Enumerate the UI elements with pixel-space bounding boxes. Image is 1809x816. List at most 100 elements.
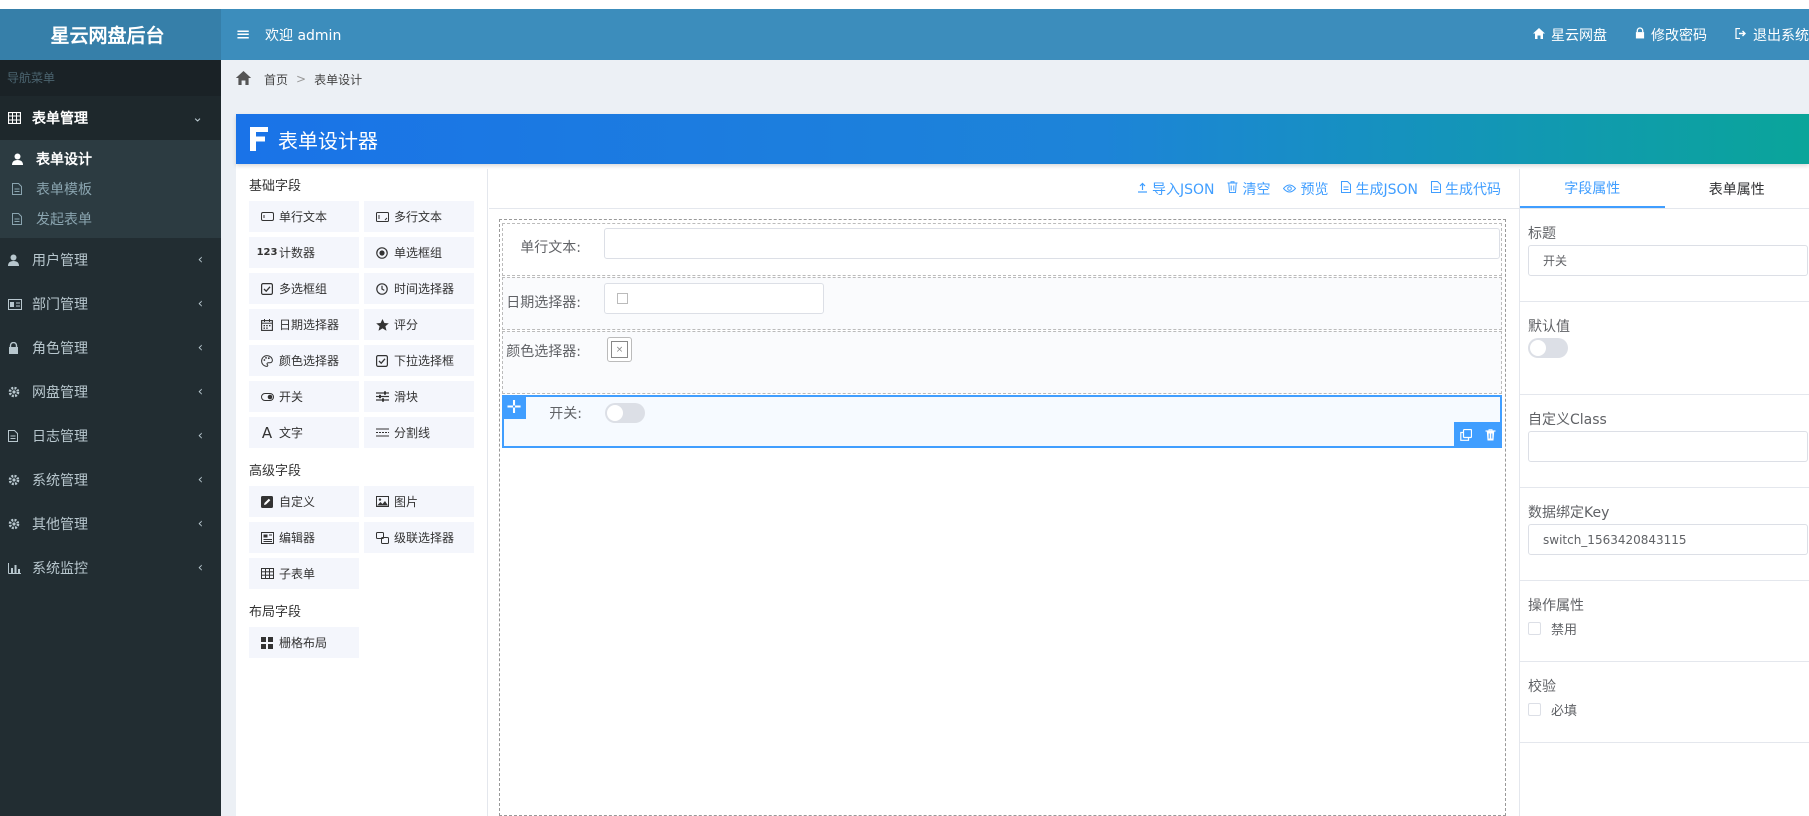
data-key-input[interactable]: switch_1563420843115: [1528, 524, 1808, 555]
drag-handle-icon[interactable]: ✛: [502, 395, 526, 419]
sidebar-item-disk-management[interactable]: 网盘管理 ‹: [0, 370, 221, 414]
palette-item-color[interactable]: 颜色选择器: [249, 345, 359, 376]
sidebar-item-form-management[interactable]: 表单管理 ⌄: [0, 96, 221, 140]
form-row-switch-selected[interactable]: ✛ 开关:: [502, 395, 1502, 448]
title-input[interactable]: 开关: [1528, 245, 1808, 276]
generate-json-button[interactable]: 生成JSON: [1341, 179, 1418, 199]
tab-form-properties[interactable]: 表单属性: [1665, 169, 1809, 208]
palette-item-label: 颜色选择器: [279, 354, 340, 368]
sidebar-item-log-management[interactable]: 日志管理 ‹: [0, 414, 221, 458]
color-picker[interactable]: ×: [607, 337, 632, 362]
sidebar-subitem-label: 表单设计: [36, 152, 92, 168]
chevron-down-icon: ⌄: [192, 110, 203, 126]
disabled-checkbox[interactable]: [1528, 621, 1541, 635]
sidebar-item-label: 部门管理: [32, 297, 88, 313]
palette-item-label: 子表单: [279, 567, 316, 581]
editor-icon: [260, 531, 274, 544]
tab-field-properties[interactable]: 字段属性: [1520, 169, 1665, 208]
copy-icon[interactable]: [1460, 429, 1473, 441]
form-row-color[interactable]: 颜色选择器: ×: [502, 331, 1502, 394]
menu-toggle-icon[interactable]: ≡: [221, 24, 265, 45]
prop-data-key: 数据绑定Key switch_1563420843115: [1520, 488, 1809, 581]
gear-icon: [8, 386, 28, 398]
sidebar-item-label: 系统管理: [32, 473, 88, 489]
required-checkbox[interactable]: [1528, 702, 1541, 716]
layout-fields-grid: 栅格布局: [249, 627, 487, 658]
palette-item-switch[interactable]: 开关: [249, 381, 359, 412]
palette-item-label: 多行文本: [394, 210, 443, 224]
palette-item-grid[interactable]: 栅格布局: [249, 627, 359, 658]
delete-icon[interactable]: [1485, 429, 1496, 441]
palette-item-radio[interactable]: 单选框组: [364, 237, 474, 268]
bar-chart-icon: [8, 562, 28, 574]
palette-item-subform[interactable]: 子表单: [249, 558, 359, 589]
sidebar-item-label: 其他管理: [32, 517, 88, 533]
palette-item-label: 栅格布局: [279, 636, 328, 650]
form-submenu: 表单设计 表单模板 发起表单: [0, 140, 221, 238]
breadcrumb: 首页 > 表单设计: [221, 60, 1809, 98]
generate-code-button[interactable]: 生成代码: [1431, 179, 1501, 199]
gear-icon: [8, 518, 28, 530]
preview-button[interactable]: 预览: [1283, 179, 1328, 199]
palette-item-label: 计数器: [279, 246, 316, 260]
import-json-button[interactable]: 导入JSON: [1137, 179, 1214, 199]
breadcrumb-home[interactable]: 首页: [264, 71, 288, 88]
table-icon: [8, 112, 28, 124]
sidebar-item-system-monitor[interactable]: 系统监控 ‹: [0, 546, 221, 590]
palette-item-date[interactable]: 日期选择器: [249, 309, 359, 340]
default-value-switch[interactable]: [1528, 338, 1568, 358]
app-logo[interactable]: 星云网盘后台: [0, 9, 221, 60]
form-row-date[interactable]: 日期选择器:: [502, 277, 1502, 330]
required-checkbox-row[interactable]: 必填: [1528, 698, 1809, 720]
switch-toggle[interactable]: [605, 403, 645, 423]
sidebar-item-user-management[interactable]: 用户管理 ‹: [0, 238, 221, 282]
palette-item-rate[interactable]: 评分: [364, 309, 474, 340]
header-link-change-password[interactable]: 修改密码: [1635, 25, 1707, 45]
palette-item-time[interactable]: 时间选择器: [364, 273, 474, 304]
sidebar-subitem-form-template[interactable]: 表单模板: [0, 174, 221, 204]
palette-item-number[interactable]: 123 计数器: [249, 237, 359, 268]
radio-icon: [375, 246, 389, 259]
sidebar-subitem-start-form[interactable]: 发起表单: [0, 204, 221, 234]
file-icon: [12, 213, 30, 225]
date-picker-input[interactable]: [604, 283, 824, 314]
window-top-strip: [0, 0, 1809, 9]
palette-item-label: 滑块: [394, 390, 419, 404]
field-label: 颜色选择器:: [506, 344, 581, 360]
sidebar-item-other-management[interactable]: 其他管理 ‹: [0, 502, 221, 546]
form-canvas[interactable]: 单行文本: 日期选择器: 颜色选择器: × ✛ 开关:: [499, 219, 1506, 816]
single-line-input[interactable]: [604, 228, 1500, 259]
prop-operations: 操作属性 禁用: [1520, 581, 1809, 662]
home-icon[interactable]: [235, 70, 252, 88]
palette-item-label: 编辑器: [279, 531, 316, 545]
prop-label: 标题: [1528, 226, 1556, 242]
cascader-icon: [375, 531, 389, 544]
palette-item-slider[interactable]: 滑块: [364, 381, 474, 412]
palette-item-checkbox[interactable]: 多选框组: [249, 273, 359, 304]
file-icon: [12, 183, 30, 195]
palette-item-textarea[interactable]: 多行文本: [364, 201, 474, 232]
sidebar-item-role-management[interactable]: 角色管理 ‹: [0, 326, 221, 370]
sidebar-item-system-management[interactable]: 系统管理 ‹: [0, 458, 221, 502]
palette-item-custom[interactable]: 自定义: [249, 486, 359, 517]
custom-class-input[interactable]: [1528, 431, 1808, 462]
sidebar-item-department-management[interactable]: 部门管理 ‹: [0, 282, 221, 326]
chevron-left-icon: ‹: [197, 516, 203, 532]
disabled-checkbox-row[interactable]: 禁用: [1528, 617, 1809, 639]
header-link-logout[interactable]: 退出系统: [1735, 25, 1809, 45]
header-link-disk[interactable]: 星云网盘: [1533, 25, 1607, 45]
nav-header: 导航菜单: [0, 60, 221, 96]
palette-item-image[interactable]: 图片: [364, 486, 474, 517]
palette-item-text[interactable]: A 文字: [249, 417, 359, 448]
palette-item-divider[interactable]: 分割线: [364, 417, 474, 448]
sidebar-subitem-form-design[interactable]: 表单设计: [0, 144, 221, 174]
palette-item-cascader[interactable]: 级联选择器: [364, 522, 474, 553]
home-icon: [1533, 27, 1545, 42]
palette-item-editor[interactable]: 编辑器: [249, 522, 359, 553]
palette-item-input[interactable]: 单行文本: [249, 201, 359, 232]
grid-icon: [260, 636, 274, 649]
palette-item-select[interactable]: 下拉选择框: [364, 345, 474, 376]
form-row-input[interactable]: 单行文本:: [502, 223, 1502, 276]
clear-button[interactable]: 清空: [1227, 179, 1270, 199]
header-link-label: 退出系统: [1753, 27, 1809, 44]
